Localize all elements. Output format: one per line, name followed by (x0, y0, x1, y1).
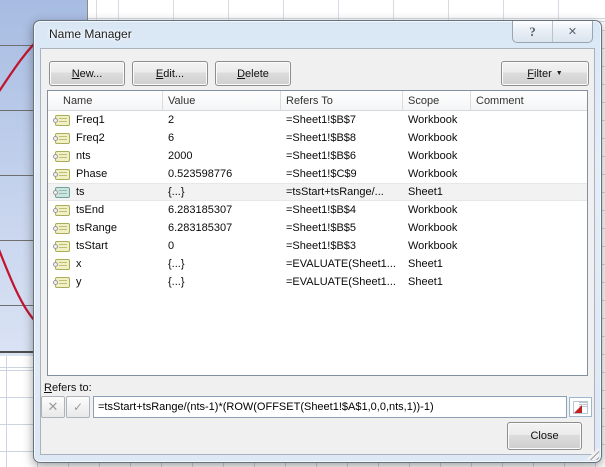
name-tag-icon (55, 259, 70, 270)
name-tag-icon (55, 187, 70, 198)
cell-scope: Workbook (403, 222, 471, 234)
table-row[interactable]: Freq1 2 =Sheet1!$B$7 Workbook (48, 111, 587, 129)
x-icon: ✕ (48, 399, 59, 415)
excel-window: Name Manager ? ✕ New... Edit... Delete F… (0, 0, 605, 467)
column-header-refers-to[interactable]: Refers To (281, 91, 403, 110)
edit-button[interactable]: Edit... (132, 61, 208, 86)
cell-scope: Workbook (403, 240, 471, 252)
table-row[interactable]: nts 2000 =Sheet1!$B$6 Workbook (48, 147, 587, 165)
cell-value: 6.283185307 (163, 204, 281, 216)
name-tag-icon (55, 115, 70, 126)
table-row[interactable]: Freq2 6 =Sheet1!$B$8 Workbook (48, 129, 587, 147)
table-row[interactable]: y {...} =EVALUATE(Sheet1... Sheet1 (48, 273, 587, 291)
names-table: Name Value Refers To Scope Comment Freq1… (47, 90, 588, 376)
cell-name: Freq1 (76, 114, 105, 126)
cell-refers-to: =Sheet1!$C$9 (281, 168, 403, 180)
name-tag-icon (55, 169, 70, 180)
close-button[interactable]: Close (507, 422, 582, 450)
cell-value: 0 (163, 240, 281, 252)
dialog-client-area: New... Edit... Delete Filter ▼ Name Valu… (40, 48, 595, 455)
cell-scope: Sheet1 (403, 186, 471, 198)
name-manager-dialog: Name Manager ? ✕ New... Edit... Delete F… (33, 20, 602, 463)
collapse-dialog-button[interactable] (569, 397, 592, 417)
cell-name: Phase (76, 168, 107, 180)
column-header-comment[interactable]: Comment (471, 91, 587, 110)
close-window-button[interactable]: ✕ (552, 21, 592, 42)
help-icon: ? (529, 24, 536, 40)
column-header-value[interactable]: Value (163, 91, 281, 110)
cell-scope: Workbook (403, 114, 471, 126)
table-header: Name Value Refers To Scope Comment (48, 91, 587, 111)
table-row[interactable]: tsRange 6.283185307 =Sheet1!$B$5 Workboo… (48, 219, 587, 237)
collapse-dialog-icon (573, 401, 588, 414)
cell-refers-to: =Sheet1!$B$6 (281, 150, 403, 162)
dialog-title: Name Manager (49, 27, 132, 41)
cell-refers-to: =Sheet1!$B$3 (281, 240, 403, 252)
delete-button[interactable]: Delete (215, 61, 291, 86)
cell-refers-to: =Sheet1!$B$8 (281, 132, 403, 144)
cell-scope: Sheet1 (403, 258, 471, 270)
table-row-selected[interactable]: ts {...} =tsStart+tsRange/... Sheet1 (48, 183, 587, 201)
cell-name: Freq2 (76, 132, 105, 144)
cell-name: y (76, 276, 82, 288)
cell-name: ts (76, 186, 85, 198)
cell-name: tsRange (76, 222, 117, 234)
cell-scope: Workbook (403, 132, 471, 144)
chevron-down-icon: ▼ (556, 70, 563, 77)
table-row[interactable]: tsEnd 6.283185307 =Sheet1!$B$4 Workbook (48, 201, 587, 219)
name-tag-icon (55, 133, 70, 144)
cell-scope: Sheet1 (403, 276, 471, 288)
grid-line (88, 18, 605, 19)
cancel-edit-button[interactable]: ✕ (41, 396, 65, 418)
cell-value: 6.283185307 (163, 222, 281, 234)
name-tag-icon (55, 205, 70, 216)
dialog-caption-buttons: ? ✕ (512, 21, 593, 43)
cell-name: nts (76, 150, 91, 162)
help-button[interactable]: ? (513, 21, 552, 42)
cell-value: 2000 (163, 150, 281, 162)
confirm-edit-button[interactable]: ✓ (66, 396, 90, 418)
cell-name: x (76, 258, 82, 270)
name-tag-icon (55, 223, 70, 234)
column-header-scope[interactable]: Scope (403, 91, 471, 110)
cell-value: 6 (163, 132, 281, 144)
name-tag-icon (55, 241, 70, 252)
cell-refers-to: =EVALUATE(Sheet1... (281, 258, 403, 270)
cell-value: 0.523598776 (163, 168, 281, 180)
table-row[interactable]: x {...} =EVALUATE(Sheet1... Sheet1 (48, 255, 587, 273)
worksheet-cells-top[interactable] (88, 0, 605, 20)
cell-name: tsEnd (76, 204, 104, 216)
cell-scope: Workbook (403, 168, 471, 180)
cell-value: {...} (163, 258, 281, 270)
new-button[interactable]: New... (49, 61, 125, 86)
cell-refers-to: =tsStart+tsRange/... (281, 186, 403, 198)
cell-refers-to: =Sheet1!$B$7 (281, 114, 403, 126)
name-tag-icon (55, 277, 70, 288)
cell-refers-to: =Sheet1!$B$5 (281, 222, 403, 234)
refers-to-label: Refers to: (44, 382, 92, 394)
cell-refers-to: =Sheet1!$B$4 (281, 204, 403, 216)
column-header-name[interactable]: Name (48, 91, 163, 110)
refers-to-input[interactable] (93, 396, 567, 418)
close-icon: ✕ (568, 25, 577, 38)
name-tag-icon (55, 151, 70, 162)
cell-value: 2 (163, 114, 281, 126)
cell-value: {...} (163, 276, 281, 288)
cell-scope: Workbook (403, 150, 471, 162)
cell-refers-to: =EVALUATE(Sheet1... (281, 276, 403, 288)
filter-button[interactable]: Filter ▼ (501, 61, 589, 86)
check-icon: ✓ (73, 400, 83, 414)
table-row[interactable]: Phase 0.523598776 =Sheet1!$C$9 Workbook (48, 165, 587, 183)
table-row[interactable]: tsStart 0 =Sheet1!$B$3 Workbook (48, 237, 587, 255)
cell-scope: Workbook (403, 204, 471, 216)
cell-value: {...} (163, 186, 281, 198)
cell-name: tsStart (76, 240, 108, 252)
